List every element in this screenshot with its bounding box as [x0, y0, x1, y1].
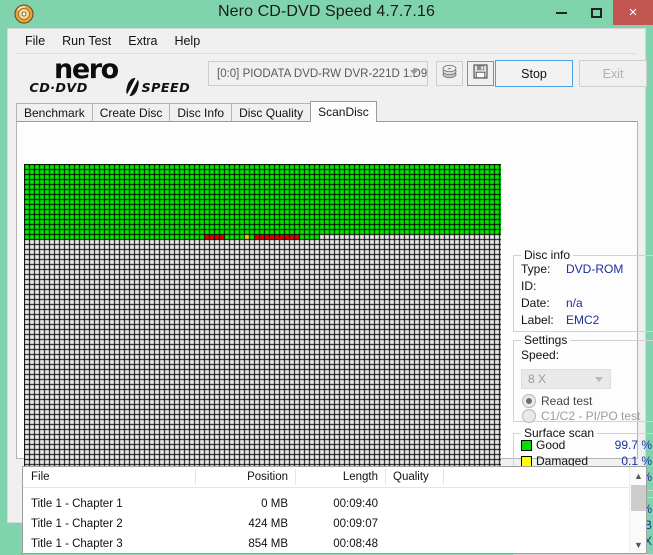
cell-length: 00:09:07	[333, 517, 378, 530]
file-list-header: File Position Length Quality	[23, 467, 646, 488]
table-row[interactable]: Title 1 - Chapter 1 0 MB 00:09:40	[23, 495, 646, 512]
maximize-icon	[590, 7, 602, 18]
option-read-test[interactable]: Read test	[522, 394, 592, 408]
cell-length: 00:09:40	[333, 497, 378, 510]
toolbar: nero CD·DVD SPEED [0:0] PIODATA DVD-RW D…	[8, 54, 647, 96]
save-floppy-icon	[473, 63, 488, 84]
chevron-down-icon	[410, 70, 418, 75]
disc-info-panel: Disc info Type: DVD-ROM ID: Date: n/a La…	[513, 248, 653, 332]
stop-button[interactable]: Stop	[495, 60, 573, 87]
column-header-file[interactable]: File	[23, 467, 195, 487]
scrollbar-thumb[interactable]	[631, 485, 646, 511]
column-divider	[385, 469, 386, 485]
cell-position: 424 MB	[248, 517, 288, 530]
speed-label: Speed:	[521, 348, 560, 362]
column-header-length[interactable]: Length	[295, 467, 385, 487]
menu-help[interactable]: Help	[166, 32, 209, 50]
tab-disc-info[interactable]: Disc Info	[169, 103, 233, 122]
menu-run-test[interactable]: Run Test	[54, 32, 120, 50]
client-area: File Run Test Extra Help nero CD·DVD SPE…	[7, 28, 653, 555]
speed-select[interactable]: 8 X	[521, 369, 611, 389]
disc-date-value: n/a	[566, 296, 583, 310]
logo-subtitle-left: CD·DVD	[29, 80, 88, 95]
disc-id-label: ID:	[521, 279, 537, 293]
column-divider	[443, 469, 444, 485]
exit-button-label: Exit	[602, 66, 624, 81]
surface-scan-grid	[24, 164, 501, 466]
option-c1c2-test[interactable]: C1/C2 - PI/PO test	[522, 409, 640, 423]
maximize-button[interactable]	[580, 0, 612, 25]
tab-bar: Benchmark Create Disc Disc Info Disc Qua…	[16, 101, 638, 122]
legend-good: Good	[521, 438, 565, 452]
cell-file: Title 1 - Chapter 3	[31, 537, 123, 550]
table-row[interactable]: Title 1 - Chapter 3 854 MB 00:08:48	[23, 535, 646, 552]
logo-subtitle-right: SPEED	[141, 80, 191, 95]
settings-title: Settings	[521, 333, 571, 347]
radio-checked-icon	[522, 394, 536, 408]
cell-file: Title 1 - Chapter 1	[31, 497, 123, 510]
menu-bar: File Run Test Extra Help	[8, 29, 645, 52]
save-button[interactable]	[467, 61, 494, 86]
swatch-damaged-icon	[521, 455, 532, 467]
cell-quality	[385, 535, 443, 552]
minimize-icon	[555, 11, 567, 14]
disc-info-title: Disc info	[521, 248, 574, 262]
cell-file: Title 1 - Chapter 2	[31, 517, 123, 530]
cell-position: 0 MB	[261, 497, 288, 510]
disc-label-value: EMC2	[566, 313, 600, 327]
menu-file[interactable]: File	[17, 32, 54, 50]
app-window: Nero CD-DVD Speed 4.7.7.16 × File Run Te…	[0, 0, 653, 555]
legend-good-value: 99.7 %	[614, 438, 652, 452]
tab-benchmark[interactable]: Benchmark	[16, 103, 93, 122]
speed-select-value: 8 X	[528, 372, 547, 386]
table-row[interactable]: Title 1 - Chapter 2 424 MB 00:09:07	[23, 515, 646, 532]
tab-scandisc[interactable]: ScanDisc	[310, 101, 377, 122]
chevron-down-icon	[595, 377, 603, 382]
column-divider	[195, 469, 196, 485]
radio-unchecked-icon	[522, 409, 536, 423]
menu-extra[interactable]: Extra	[120, 32, 166, 50]
tab-create-disc[interactable]: Create Disc	[91, 103, 171, 122]
nero-logo: nero CD·DVD SPEED	[29, 54, 202, 96]
settings-panel: Settings Speed: 8 X Read test C1/C2 - PI…	[513, 333, 653, 423]
disc-layers-button[interactable]	[436, 61, 463, 86]
close-button[interactable]: ×	[613, 0, 653, 25]
disc-date-label: Date:	[521, 296, 550, 310]
swatch-good-icon	[521, 439, 532, 451]
cell-quality	[385, 495, 443, 512]
option-c1c2-test-label: C1/C2 - PI/PO test	[541, 409, 641, 423]
file-list-scrollbar[interactable]: ▲ ▼	[629, 467, 646, 553]
scan-grid-canvas	[24, 164, 501, 466]
cell-length: 00:08:48	[333, 537, 378, 550]
minimize-button[interactable]	[545, 0, 577, 25]
cell-quality	[385, 515, 443, 532]
column-header-quality[interactable]: Quality	[385, 467, 443, 487]
cell-position: 854 MB	[248, 537, 288, 550]
title-bar: Nero CD-DVD Speed 4.7.7.16 ×	[0, 0, 653, 28]
drive-select[interactable]: [0:0] PIODATA DVD-RW DVR-221D 1.D9	[208, 61, 428, 86]
exit-button[interactable]: Exit	[579, 60, 647, 87]
disc-layers-icon	[441, 64, 458, 84]
option-read-test-label: Read test	[541, 394, 593, 408]
chevron-down-icon[interactable]: ▼	[630, 536, 647, 553]
column-header-position[interactable]: Position	[195, 467, 295, 487]
drive-select-value: [0:0] PIODATA DVD-RW DVR-221D 1.D9	[217, 67, 428, 80]
legend-good-label: Good	[536, 438, 566, 452]
close-icon: ×	[628, 4, 638, 21]
disc-type-value: DVD-ROM	[566, 262, 624, 276]
scandisc-panel: Disc info Type: DVD-ROM ID: Date: n/a La…	[16, 121, 653, 555]
logo-slash-icon	[124, 78, 141, 96]
disc-type-label: Type:	[521, 262, 551, 276]
tab-disc-quality[interactable]: Disc Quality	[231, 103, 312, 122]
disc-label-label: Label:	[521, 313, 554, 327]
chevron-up-icon[interactable]: ▲	[630, 467, 647, 484]
file-list: File Position Length Quality Title 1 - C…	[22, 466, 647, 554]
column-divider	[295, 469, 296, 485]
stop-button-label: Stop	[521, 66, 547, 81]
